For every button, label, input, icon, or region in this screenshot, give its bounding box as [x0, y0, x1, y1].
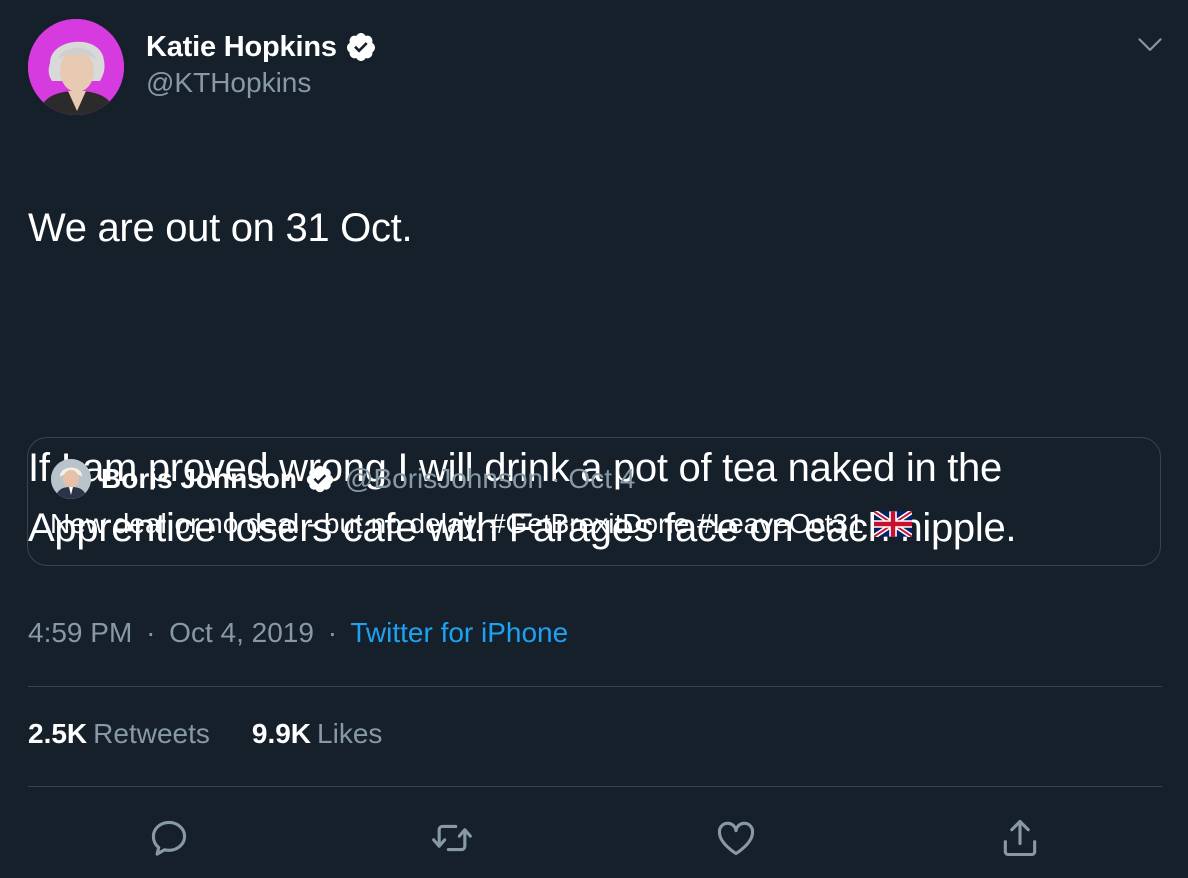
tweet-source-link[interactable]: Twitter for iPhone: [350, 617, 568, 648]
retweets-label: Retweets: [93, 718, 210, 749]
retweet-icon[interactable]: [430, 816, 474, 860]
retweets-stat[interactable]: 2.5K Retweets: [28, 718, 210, 750]
divider: [28, 686, 1162, 687]
chevron-down-icon[interactable]: [1136, 30, 1164, 58]
meta-separator: ·: [146, 617, 156, 648]
verified-badge-icon: [346, 33, 375, 61]
author-handle[interactable]: @KTHopkins: [146, 67, 311, 99]
divider: [28, 786, 1162, 787]
meta-separator: ·: [327, 617, 338, 648]
verified-badge-icon: [306, 465, 334, 493]
quoted-date: Oct 4: [568, 463, 636, 494]
retweets-count: 2.5K: [28, 718, 88, 749]
quoted-separator: ·: [551, 463, 561, 494]
tweet: Katie Hopkins @KTHopkins We are out on 3…: [0, 0, 1188, 878]
quoted-tweet-text: New deal or no deal - but no delay. #Get…: [50, 508, 912, 540]
tweet-stats: 2.5K Retweets 9.9K Likes: [28, 718, 424, 750]
likes-label: Likes: [317, 718, 383, 749]
author-name-row: Katie Hopkins: [146, 27, 377, 67]
like-icon[interactable]: [714, 816, 758, 860]
quoted-tweet-header: Boris Johnson @BorisJohnson · Oct 4: [101, 458, 635, 500]
author-name[interactable]: Katie Hopkins: [146, 31, 337, 64]
likes-stat[interactable]: 9.9K Likes: [252, 718, 383, 750]
share-icon[interactable]: [998, 816, 1042, 860]
tweet-text-line-1: We are out on 31 Oct.: [28, 206, 413, 250]
likes-count: 9.9K: [251, 718, 312, 749]
tweet-time[interactable]: 4:59 PM: [28, 617, 132, 648]
quoted-author-avatar: [51, 459, 91, 499]
quoted-author-handle: @BorisJohnson: [345, 463, 544, 494]
uk-flag-icon: [873, 511, 912, 537]
quoted-text-content: New deal or no deal - but no delay. #Get…: [50, 508, 864, 539]
tweet-meta: 4:59 PM · Oct 4, 2019 · Twitter for iPho…: [28, 617, 568, 649]
tweet-date[interactable]: Oct 4, 2019: [169, 617, 314, 648]
author-avatar[interactable]: [28, 19, 124, 115]
quoted-author-name: Boris Johnson: [101, 463, 298, 494]
reply-icon[interactable]: [147, 816, 191, 860]
quoted-tweet[interactable]: Boris Johnson @BorisJohnson · Oct 4 New …: [27, 437, 1161, 566]
